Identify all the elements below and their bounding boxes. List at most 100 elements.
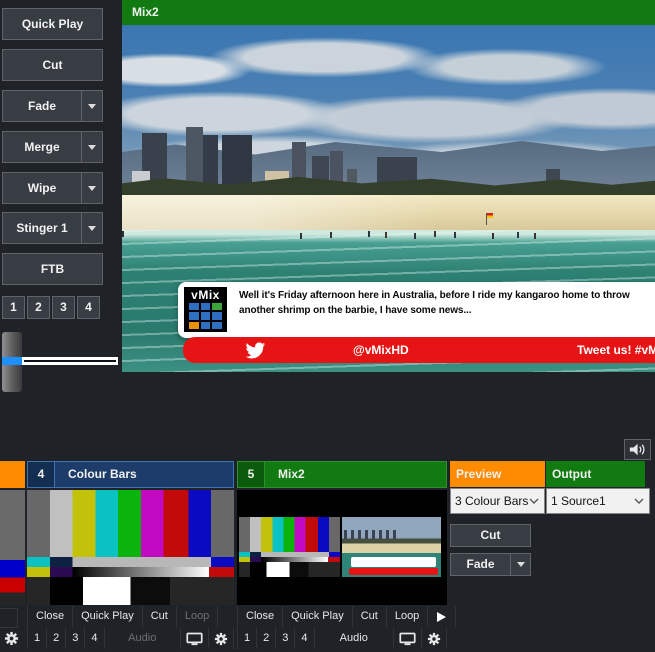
input4-overlay-2[interactable]: 2 — [47, 628, 66, 649]
twitter-cta: Tweet us! #vMixHD — [577, 337, 655, 363]
caret-down-icon — [88, 145, 96, 150]
input5-gear-button[interactable] — [422, 628, 447, 649]
wipe-label: Wipe — [3, 173, 81, 203]
master-audio-button[interactable] — [624, 439, 651, 460]
fade-dropdown-button[interactable] — [81, 91, 102, 121]
vmix-logo-grid — [189, 303, 222, 329]
beach-people — [122, 231, 124, 237]
lower-third-line1: Well it's Friday afternoon here in Austr… — [239, 290, 630, 301]
vmix-logo: vMix — [184, 287, 227, 332]
input5-number: 5 — [238, 462, 265, 487]
program-title-bar: Mix2 — [122, 0, 655, 25]
monitor-icon — [186, 632, 203, 646]
mix2-right-source — [342, 517, 441, 577]
input4-cut-button[interactable]: Cut — [143, 606, 177, 627]
input4-title: Colour Bars — [55, 462, 233, 487]
mixer-cut-button[interactable]: Cut — [450, 524, 531, 547]
cut-button[interactable]: Cut — [2, 49, 103, 81]
output-bus-header: Output — [546, 461, 645, 487]
input5-close-button[interactable]: Close — [237, 606, 283, 627]
caret-down-icon — [88, 186, 96, 191]
input5-audio-button[interactable]: Audio — [315, 628, 395, 649]
merge-button[interactable]: Merge — [2, 131, 103, 163]
input5-play-button[interactable] — [428, 606, 456, 627]
input5-cut-button[interactable]: Cut — [353, 606, 387, 627]
vmix-logo-text: vMix — [184, 288, 227, 302]
input5-overlay-1[interactable]: 1 — [237, 628, 257, 649]
overlay-4-button[interactable]: 4 — [77, 296, 100, 319]
gear-icon — [214, 632, 228, 646]
fade-label: Fade — [3, 91, 81, 121]
mixer-fade-button[interactable]: Fade — [450, 553, 531, 576]
ftb-button[interactable]: FTB — [2, 253, 103, 285]
merge-dropdown-button[interactable] — [81, 132, 102, 162]
input5-loop-button[interactable]: Loop — [387, 606, 428, 627]
gear-icon — [427, 632, 441, 646]
chevron-down-icon — [634, 498, 644, 504]
overlay-1-button[interactable]: 1 — [2, 296, 25, 319]
lifeguard-flag — [487, 213, 493, 218]
mix2-left-source — [239, 517, 340, 577]
input4-overlay-1[interactable]: 1 — [27, 628, 47, 649]
speaker-icon — [629, 443, 647, 456]
mixer-cut-label: Cut — [451, 525, 530, 546]
tbar-position-indicator — [2, 357, 22, 365]
input4-gear-button[interactable] — [209, 628, 234, 649]
mixer-fade-label: Fade — [451, 554, 510, 575]
play-icon — [437, 612, 446, 622]
input4-title-bar[interactable]: 4 Colour Bars — [27, 461, 234, 488]
input4-audio-button[interactable]: Audio — [105, 628, 182, 649]
input4-overlay-3[interactable]: 3 — [66, 628, 85, 649]
quick-play-button[interactable]: Quick Play — [2, 8, 103, 40]
input5-thumbnail[interactable] — [237, 490, 447, 605]
input4-thumbnail[interactable] — [27, 490, 234, 605]
preview-source-value: 3 Colour Bars — [455, 494, 528, 508]
twitter-ticker-bar: @vMixHD Tweet us! #vMixHD — [183, 337, 655, 363]
stinger-label: Stinger 1 — [3, 213, 81, 243]
input3-thumbnail[interactable] — [0, 490, 25, 605]
mixer-fade-dropdown-button[interactable] — [510, 554, 530, 575]
output-source-select[interactable]: 1 Source1 — [546, 488, 650, 514]
input4-quickplay-button[interactable]: Quick Play — [73, 606, 143, 627]
input5-title-bar-output[interactable]: 5 Mix2 — [237, 461, 447, 488]
tbar-track — [22, 357, 118, 365]
input5-controls-row: Close Quick Play Cut Loop — [237, 606, 447, 627]
smpte-colour-bars — [27, 490, 234, 605]
program-preview[interactable]: vMix Well it's Friday afternoon here in … — [122, 0, 655, 372]
lower-third-overlay: vMix Well it's Friday afternoon here in … — [178, 282, 655, 338]
stinger-dropdown-button[interactable] — [81, 213, 102, 243]
vmix-window: Quick Play Cut Fade Merge Wipe Stinger 1… — [0, 0, 655, 652]
output-source-value: 1 Source1 — [551, 494, 606, 508]
preview-source-select[interactable]: 3 Colour Bars — [450, 488, 545, 514]
wipe-button[interactable]: Wipe — [2, 172, 103, 204]
input4-number: 4 — [28, 462, 55, 487]
input4-controls-row: Close Quick Play Cut Loop — [27, 606, 234, 627]
wipe-dropdown-button[interactable] — [81, 173, 102, 203]
tbar-fader-handle[interactable] — [2, 332, 22, 392]
overlay-2-button[interactable]: 2 — [27, 296, 50, 319]
cut-label: Cut — [3, 50, 102, 80]
quick-play-label: Quick Play — [3, 9, 102, 39]
chevron-down-icon — [529, 498, 539, 504]
merge-label: Merge — [3, 132, 81, 162]
gear-icon — [4, 631, 19, 646]
input5-overlay-3[interactable]: 3 — [276, 628, 295, 649]
input4-overlay-4[interactable]: 4 — [85, 628, 104, 649]
stinger-button[interactable]: Stinger 1 — [2, 212, 103, 244]
input4-close-button[interactable]: Close — [27, 606, 73, 627]
fade-button[interactable]: Fade — [2, 90, 103, 122]
input5-fullscreen-button[interactable] — [394, 628, 422, 649]
input4-overlay-row: 1 2 3 4 Audio — [27, 628, 234, 649]
caret-down-icon — [517, 562, 525, 567]
input4-fullscreen-button[interactable] — [181, 628, 209, 649]
input4-loop-button[interactable]: Loop — [177, 606, 218, 627]
overlay-3-button[interactable]: 3 — [52, 296, 75, 319]
input5-quickplay-button[interactable]: Quick Play — [283, 606, 353, 627]
preview-bus-header: Preview — [450, 461, 545, 487]
input5-overlay-2[interactable]: 2 — [257, 628, 276, 649]
input5-overlay-4[interactable]: 4 — [295, 628, 314, 649]
input3-gear-button[interactable] — [4, 631, 19, 651]
input3-title-bar-preview[interactable] — [0, 461, 25, 488]
input5-title: Mix2 — [265, 462, 446, 487]
program-video-frame: vMix Well it's Friday afternoon here in … — [122, 25, 655, 372]
